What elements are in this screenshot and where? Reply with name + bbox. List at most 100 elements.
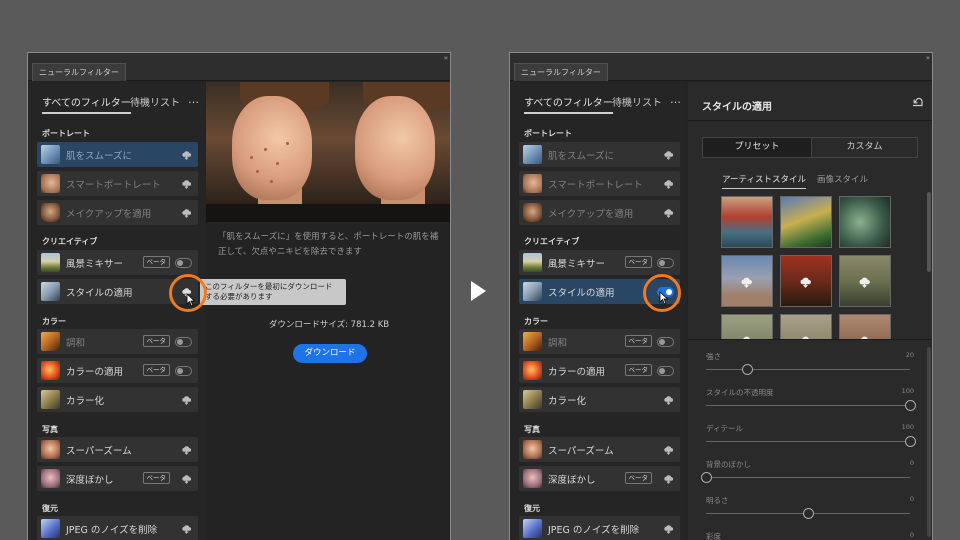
cloud-download-icon[interactable]	[181, 178, 192, 189]
slider-strength[interactable]: 強さ 20	[702, 351, 914, 381]
panel-tab[interactable]: ニューラルフィルター	[32, 63, 126, 81]
slider-track[interactable]	[706, 477, 910, 478]
filter-depth-blur[interactable]: 深度ぼかし ベータ	[37, 466, 198, 491]
smart-portrait-thumbnail	[523, 174, 542, 193]
filter-toggle[interactable]	[657, 258, 674, 268]
filter-toggle[interactable]	[175, 337, 192, 347]
style-thumb-8[interactable]	[780, 314, 832, 340]
slider-value: 0	[909, 531, 914, 539]
slider-knob[interactable]	[741, 364, 753, 375]
slider-track[interactable]	[706, 405, 910, 406]
slider-value: 100	[901, 423, 914, 431]
slider-background-blur[interactable]: 背景のぼかし 0	[701, 459, 914, 489]
cloud-download-icon[interactable]	[181, 473, 192, 484]
filter-smart-portrait[interactable]: スマートポートレート	[37, 171, 198, 196]
filter-super-zoom[interactable]: スーパーズーム	[519, 437, 680, 462]
cloud-download-icon[interactable]	[663, 207, 674, 218]
download-button[interactable]: ダウンロード	[293, 344, 367, 363]
filter-makeup-transfer[interactable]: メイクアップを適用	[37, 200, 198, 225]
filter-jpeg-artifacts[interactable]: JPEG のノイズを削除	[519, 516, 680, 540]
settings-scrollbar[interactable]	[927, 347, 931, 537]
filter-harmonization[interactable]: 調和 ベータ	[519, 329, 680, 354]
filter-toggle[interactable]	[657, 366, 674, 376]
slider-label: 背景のぼかし	[706, 460, 751, 469]
slider-saturation[interactable]: 彩度 0	[702, 531, 914, 540]
collapse-icon[interactable]: »	[926, 54, 930, 62]
style-grid-scrollbar[interactable]	[927, 192, 931, 272]
segment-preset[interactable]: プリセット	[703, 138, 811, 157]
filter-skin-smoothing[interactable]: 肌をスムーズに	[519, 142, 680, 167]
filter-skin-smoothing[interactable]: 肌をスムーズに	[37, 142, 198, 167]
slider-detail[interactable]: ディテール 100	[702, 423, 916, 453]
style-thumb-6[interactable]	[839, 255, 891, 307]
slider-value: 20	[905, 351, 914, 359]
filter-landscape-mixer[interactable]: 風景ミキサー ベータ	[519, 250, 680, 275]
slider-knob[interactable]	[701, 472, 712, 483]
filter-label: スーパーズーム	[66, 446, 132, 457]
style-thumb-9[interactable]	[839, 314, 891, 340]
filter-label: 調和	[548, 338, 568, 349]
more-icon[interactable]: …	[188, 93, 199, 106]
cloud-download-icon[interactable]	[181, 207, 192, 218]
style-thumb-hokusai[interactable]	[721, 196, 773, 248]
style-thumb-5[interactable]	[780, 255, 832, 307]
filter-color-transfer[interactable]: カラーの適用 ベータ	[519, 358, 680, 383]
tab-waitlist[interactable]: 待機リスト	[612, 94, 662, 109]
cloud-download-icon[interactable]	[181, 149, 192, 160]
filter-toggle[interactable]	[175, 258, 192, 268]
filter-label: 風景ミキサー	[66, 259, 124, 270]
tab-artist-style[interactable]: アーティストスタイル	[722, 173, 806, 189]
filter-colorize[interactable]: カラー化	[519, 387, 680, 412]
cloud-download-icon[interactable]	[799, 275, 812, 288]
cloud-download-icon[interactable]	[663, 444, 674, 455]
slider-style-opacity[interactable]: スタイルの不透明度 100	[702, 387, 916, 417]
filter-depth-blur[interactable]: 深度ぼかし ベータ	[519, 466, 680, 491]
cloud-download-icon[interactable]	[663, 473, 674, 484]
cloud-download-icon[interactable]	[181, 444, 192, 455]
harmonization-thumbnail	[523, 332, 542, 351]
tab-waitlist[interactable]: 待機リスト	[130, 94, 180, 109]
skin-smoothing-thumbnail	[41, 145, 60, 164]
cloud-download-icon[interactable]	[663, 523, 674, 534]
tab-all-filters[interactable]: すべてのフィルター	[42, 94, 131, 114]
filter-smart-portrait[interactable]: スマートポートレート	[519, 171, 680, 196]
tab-all-filters[interactable]: すべてのフィルター	[524, 94, 613, 114]
filter-makeup-transfer[interactable]: メイクアップを適用	[519, 200, 680, 225]
style-thumb-4[interactable]	[721, 255, 773, 307]
slider-knob[interactable]	[803, 508, 814, 519]
tab-image-style[interactable]: 画像スタイル	[817, 173, 868, 185]
filter-color-transfer[interactable]: カラーの適用 ベータ	[37, 358, 198, 383]
collapse-icon[interactable]: »	[444, 54, 448, 62]
filter-super-zoom[interactable]: スーパーズーム	[37, 437, 198, 462]
cloud-download-icon[interactable]	[663, 149, 674, 160]
cloud-download-icon[interactable]	[181, 523, 192, 534]
filter-landscape-mixer[interactable]: 風景ミキサー ベータ	[37, 250, 198, 275]
filter-toggle[interactable]	[657, 337, 674, 347]
slider-knob[interactable]	[905, 436, 916, 447]
jpeg-artifacts-thumbnail	[41, 519, 60, 538]
style-thumb-van-gogh[interactable]	[780, 196, 832, 248]
slider-brightness[interactable]: 明るさ 0	[702, 495, 914, 525]
more-icon[interactable]: …	[670, 93, 681, 106]
makeup-transfer-thumbnail	[523, 203, 542, 222]
cloud-download-icon[interactable]	[740, 275, 753, 288]
cloud-download-icon[interactable]	[663, 394, 674, 405]
slider-track[interactable]	[706, 369, 910, 370]
reset-icon[interactable]	[912, 96, 924, 108]
panel-tab[interactable]: ニューラルフィルター	[514, 63, 608, 81]
depth-blur-thumbnail	[523, 469, 542, 488]
filter-jpeg-artifacts[interactable]: JPEG のノイズを削除	[37, 516, 198, 540]
filter-label: スーパーズーム	[548, 446, 614, 457]
filter-toggle[interactable]	[175, 366, 192, 376]
segment-custom[interactable]: カスタム	[811, 138, 917, 157]
filter-harmonization[interactable]: 調和 ベータ	[37, 329, 198, 354]
cloud-download-icon[interactable]	[663, 178, 674, 189]
slider-knob[interactable]	[905, 400, 916, 411]
style-thumb-monet[interactable]	[839, 196, 891, 248]
cloud-download-icon[interactable]	[858, 275, 871, 288]
slider-track[interactable]	[706, 441, 910, 442]
colorize-thumbnail	[41, 390, 60, 409]
style-thumb-7[interactable]	[721, 314, 773, 340]
cloud-download-icon[interactable]	[181, 394, 192, 405]
filter-colorize[interactable]: カラー化	[37, 387, 198, 412]
